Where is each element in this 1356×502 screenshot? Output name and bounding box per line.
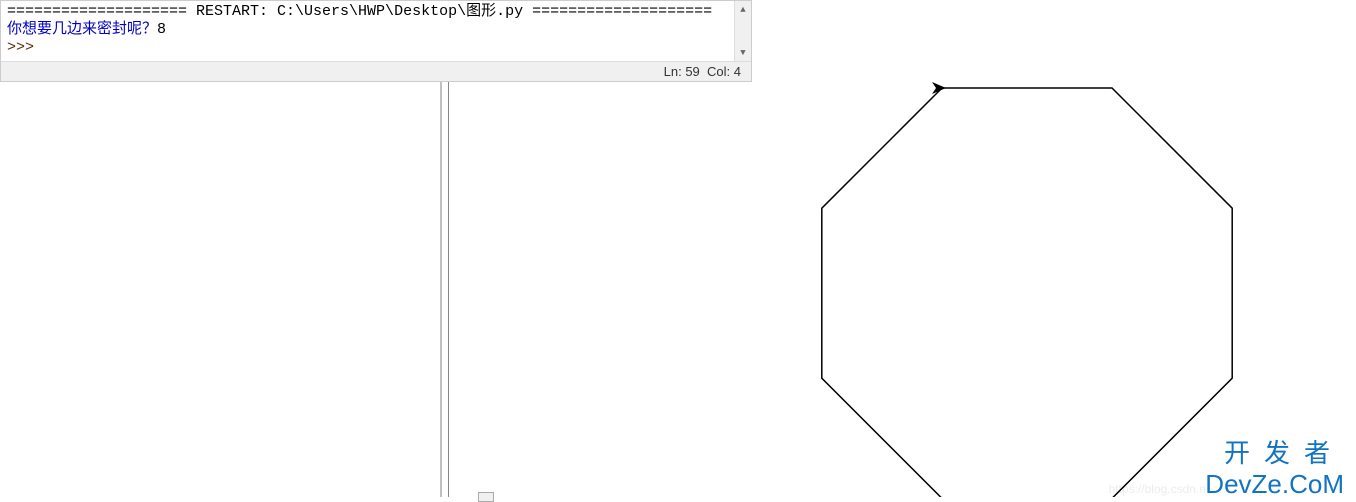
horizontal-scroll-handle[interactable] <box>478 492 494 502</box>
watermark-url: https://blog.csdn.n <box>1109 482 1206 496</box>
scroll-up-icon[interactable]: ▲ <box>735 1 752 18</box>
shell-output-area[interactable]: ==================== RESTART: C:\Users\H… <box>1 1 751 61</box>
idle-shell-window: ==================== RESTART: C:\Users\H… <box>0 0 752 82</box>
vertical-scrollbar[interactable]: ▲ ▼ <box>734 1 751 61</box>
watermark-cn: 开发者 <box>1224 433 1344 470</box>
prompt-question: 你想要几边来密封呢？ <box>7 21 157 38</box>
prompt-answer: 8 <box>157 21 166 38</box>
scroll-down-icon[interactable]: ▼ <box>735 44 752 61</box>
octagon-shape <box>822 88 1232 497</box>
line-label: Ln: <box>664 64 682 79</box>
line-value: 59 <box>685 64 699 79</box>
restart-line: ==================== RESTART: C:\Users\H… <box>7 3 745 21</box>
next-prompt: >>> <box>7 39 745 57</box>
input-prompt-line: 你想要几边来密封呢？8 <box>7 21 745 39</box>
col-value: 4 <box>734 64 741 79</box>
watermark-en: DevZe.CoM <box>1205 469 1344 500</box>
turtle-cursor-icon <box>932 82 946 94</box>
status-bar: Ln: 59 Col: 4 <box>1 61 751 81</box>
col-label: Col: <box>707 64 730 79</box>
